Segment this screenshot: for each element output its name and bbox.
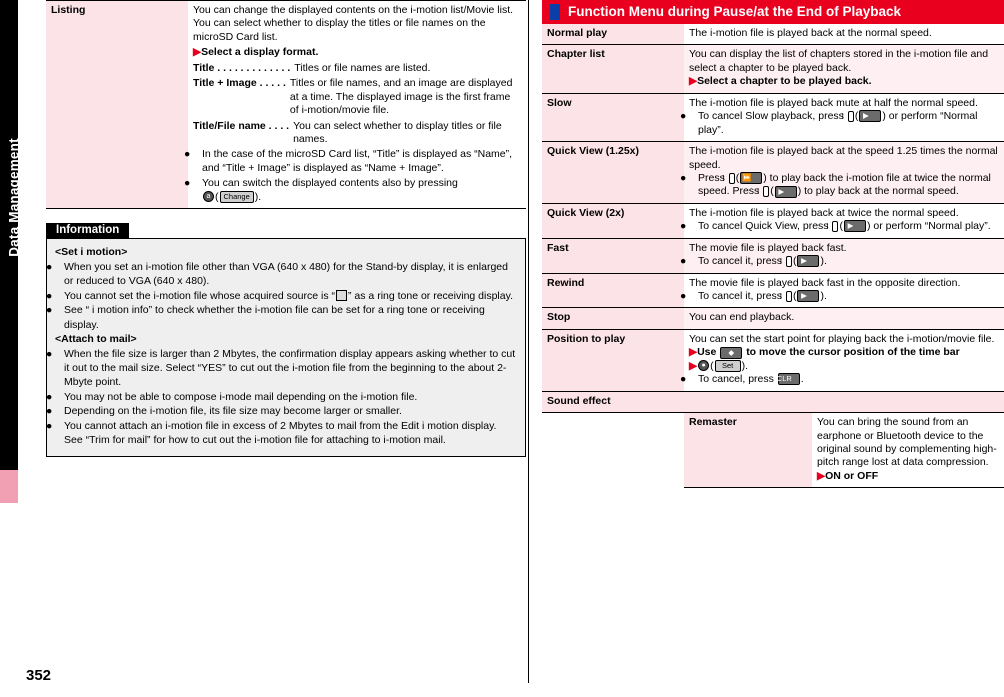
info-item: ● Depending on the i-motion file, its fil… <box>46 405 402 418</box>
quick-view-softkey-icon: ⏩ <box>740 172 763 185</box>
listing-description: You can change the displayed contents on… <box>184 0 526 210</box>
info-item: ● When you set an i-motion file other tha… <box>46 260 508 288</box>
play-softkey-icon: ▶ <box>843 220 866 233</box>
row-description: The movie file is played back fast. ● To … <box>680 238 1004 274</box>
information-heading: Information <box>46 223 130 239</box>
table-row: Chapter list You can display the list of… <box>542 44 1004 94</box>
row-label-group: Sound effect <box>542 391 1004 414</box>
row-label: Remaster <box>684 413 812 489</box>
mail-key-icon: l <box>780 255 792 267</box>
row-description: You can bring the sound from an earphone… <box>812 413 1004 489</box>
row-description: The i-motion file is played back at the … <box>680 141 1004 204</box>
table-row: Sound effect <box>542 391 1004 414</box>
section-header: Function Menu during Pause/at the End of… <box>542 0 1004 24</box>
row-description: The i-motion file is played back at the … <box>684 24 1004 46</box>
table-row: Rewind The movie file is played back fas… <box>542 273 1004 309</box>
information-block: Information <Set i motion> ● When you set… <box>46 223 526 457</box>
row-description: The i-motion file is played back at twic… <box>680 203 1004 239</box>
page-number: 352 <box>26 667 52 684</box>
row-label: Rewind <box>542 273 684 309</box>
play-softkey-icon: ▶ <box>797 290 820 303</box>
table-row: Quick View (1.25x) The i-motion file is … <box>542 141 1004 204</box>
change-softkey-icon: Change <box>219 190 254 203</box>
row-label: Stop <box>542 307 684 330</box>
sidebar-accent-bar <box>0 470 18 503</box>
play-softkey-icon: ▶ <box>797 255 820 268</box>
remaster-subtable: Remaster You can bring the sound from an… <box>684 413 1004 489</box>
info-item: ● When the file size is larger than 2 Mby… <box>46 347 516 389</box>
info-subheading-2: <Attach to mail> <box>55 333 137 346</box>
select-key-icon: ● <box>698 360 710 372</box>
row-label: Chapter list <box>542 44 684 94</box>
table-row: Remaster You can bring the sound from an… <box>542 412 1004 489</box>
mail-key-icon: l <box>780 290 792 302</box>
row-indent-spacer <box>542 412 684 489</box>
column-divider <box>528 0 529 683</box>
set-softkey-icon: Set <box>714 359 741 372</box>
mail-key-icon: l <box>757 186 770 198</box>
info-subheading-1: <Set i motion> <box>55 246 128 259</box>
list-item: Title + Image . . . . . Titles or file n… <box>193 77 513 117</box>
sidebar-tab: Data Management <box>0 0 22 470</box>
table-row: Remaster You can bring the sound from an… <box>684 413 1004 489</box>
camera-key-icon: a <box>203 191 214 203</box>
play-softkey-icon: ▶ <box>859 110 882 123</box>
list-item: Title/File name . . . . You can select w… <box>193 119 502 145</box>
source-icon <box>336 290 348 302</box>
listing-p1: You can change the displayed contents on… <box>193 4 514 43</box>
table-row: Quick View (2x) The i-motion file is pla… <box>542 203 1004 239</box>
information-body: <Set i motion> ● When you set an i-motion… <box>46 238 526 457</box>
listing-bullet-2: ● You can switch the displayed contents a… <box>184 177 458 190</box>
right-column: Function Menu during Pause/at the End of… <box>542 0 1004 489</box>
mail-key-icon: l <box>723 172 735 184</box>
table-row: Normal play The i-motion file is played … <box>542 24 1004 46</box>
mail-key-icon: l <box>826 220 839 232</box>
list-item: Title . . . . . . . . . . . . . Titles o… <box>193 61 431 74</box>
play-softkey-icon: ▶ <box>774 185 797 198</box>
left-column: Listing You can change the displayed con… <box>46 0 526 457</box>
clear-key-icon: CLR <box>777 373 800 386</box>
row-description: You can end playback. <box>684 307 1004 330</box>
listing-arrow1: ▶Select a display format. <box>193 46 319 59</box>
navigation-key-icon: ◆ <box>720 346 743 359</box>
info-item: ● See “ i motion info” to check whether t… <box>46 304 485 331</box>
row-label: Slow <box>542 93 684 143</box>
header-accent-bar <box>550 4 560 20</box>
listing-label: Listing <box>46 0 188 210</box>
info-item: ● You cannot attach an i-motion file in e… <box>46 419 497 447</box>
info-item: ● You may not be able to compose i-mode m… <box>46 390 418 403</box>
function-menu-table: Normal play The i-motion file is played … <box>542 24 1004 489</box>
row-label: Quick View (1.25x) <box>542 141 684 204</box>
table-row: Position to play You can set the start p… <box>542 329 1004 392</box>
mail-key-icon: l <box>842 110 854 122</box>
listing-table: Listing You can change the displayed con… <box>46 0 526 210</box>
row-description: The movie file is played back fast in th… <box>680 273 1004 309</box>
row-label: Position to play <box>542 329 684 392</box>
listing-bullet-1: ● In the case of the microSD Card list, “… <box>184 148 513 174</box>
listing-bullet-2-keys: a(Change). <box>193 191 521 204</box>
row-description: The i-motion file is played back mute at… <box>680 93 1004 143</box>
info-item: ● You cannot set the i-motion file whose … <box>46 289 513 302</box>
sidebar-label: Data Management <box>6 138 22 257</box>
section-header-title: Function Menu during Pause/at the End of… <box>568 4 902 19</box>
table-row: Listing You can change the displayed con… <box>46 0 526 210</box>
row-label: Quick View (2x) <box>542 203 684 239</box>
row-label: Normal play <box>542 24 684 46</box>
table-row: Stop You can end playback. <box>542 307 1004 330</box>
remaster-subtable-cell: Remaster You can bring the sound from an… <box>684 413 1004 489</box>
row-label: Fast <box>542 238 684 274</box>
table-row: Fast The movie file is played back fast.… <box>542 238 1004 274</box>
row-description: You can display the list of chapters sto… <box>684 44 1004 94</box>
table-row: Slow The i-motion file is played back mu… <box>542 93 1004 143</box>
row-description: You can set the start point for playing … <box>680 329 1004 392</box>
